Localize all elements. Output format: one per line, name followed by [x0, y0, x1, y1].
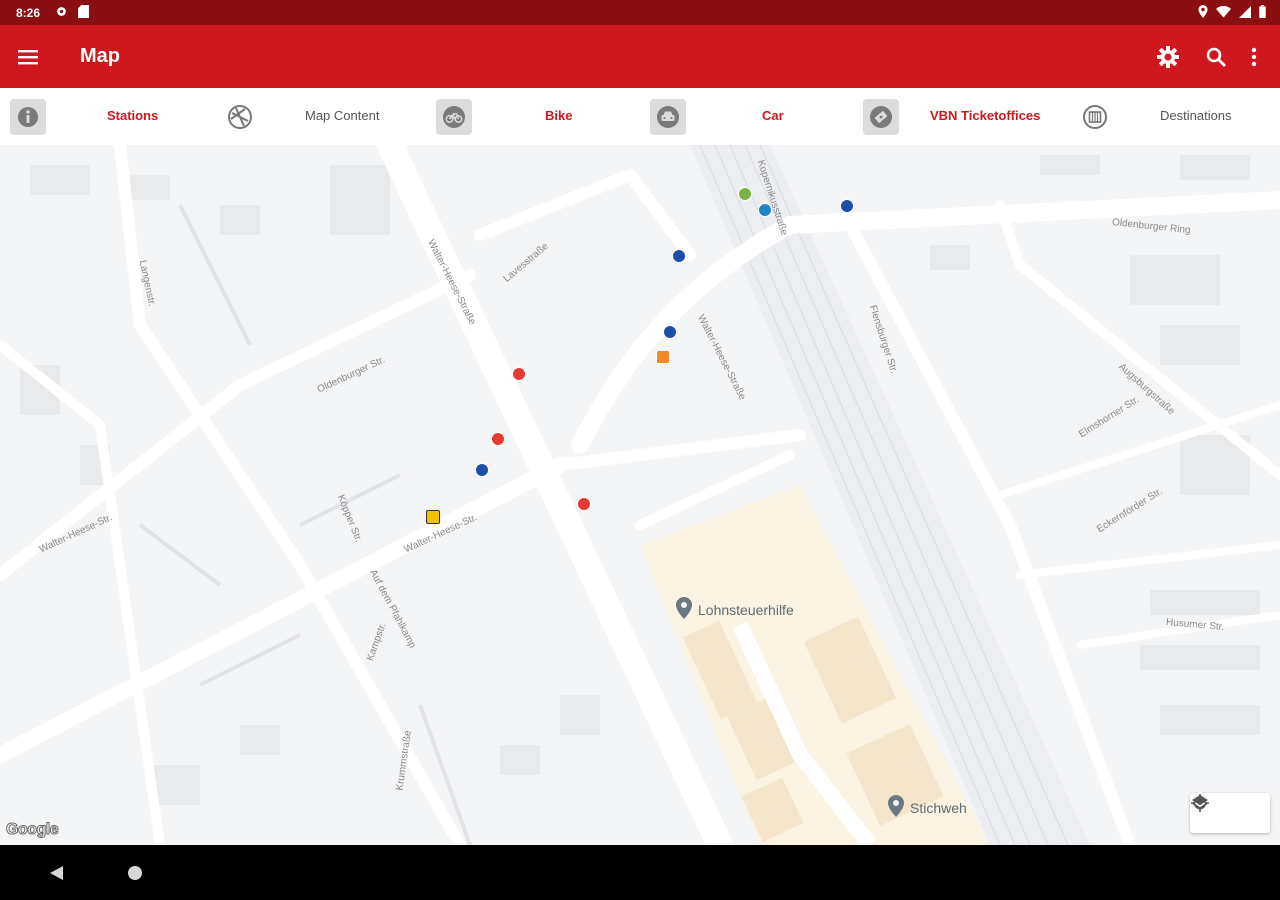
- filter-bike-label[interactable]: Bike: [545, 108, 572, 123]
- poi-label[interactable]: Stichweh: [910, 800, 967, 816]
- tram-stop-marker[interactable]: [512, 367, 526, 381]
- filter-map-content[interactable]: [222, 88, 258, 145]
- settings-icon[interactable]: [1154, 43, 1182, 71]
- bikeshare-marker[interactable]: [738, 187, 752, 201]
- bike-icon: [436, 98, 472, 135]
- status-time: 8:26: [16, 6, 41, 20]
- home-icon[interactable]: [128, 866, 142, 880]
- filter-stations[interactable]: [10, 88, 46, 145]
- car-icon: [650, 98, 686, 135]
- map-canvas: [0, 145, 1280, 845]
- no-entry-marker[interactable]: [491, 432, 505, 446]
- layers-toggle-icon[interactable]: [1192, 793, 1270, 833]
- filter-bike[interactable]: [436, 88, 472, 145]
- store-marker[interactable]: [656, 350, 670, 364]
- category-filter-bar: Stations Map Content Bike Car VBN Ticket…: [0, 88, 1280, 146]
- menu-icon[interactable]: [14, 43, 42, 71]
- app-bar: Map: [0, 25, 1280, 88]
- search-icon[interactable]: [1202, 43, 1230, 71]
- filter-destinations[interactable]: [1077, 88, 1113, 145]
- status-bar: 8:26: [0, 0, 1280, 25]
- map-view[interactable]: Lohnsteuerhilfe Stichweh Walter-Heese-St…: [0, 145, 1280, 845]
- layers-icon: [222, 99, 258, 135]
- bus-stop-marker[interactable]: [475, 463, 489, 477]
- bus-stop-marker[interactable]: [663, 325, 677, 339]
- filter-destinations-label[interactable]: Destinations: [1160, 108, 1232, 123]
- google-logo: Google: [5, 821, 59, 839]
- map-controls: [1190, 793, 1270, 833]
- poi-label[interactable]: Lohnsteuerhilfe: [698, 602, 794, 618]
- battery-status-icon: [1259, 5, 1266, 18]
- sdcard-status-icon: [78, 5, 89, 18]
- tram-stop-marker[interactable]: [577, 497, 591, 511]
- wifi-status-icon: [1216, 5, 1231, 18]
- filter-vbn-ticketoffices[interactable]: [863, 88, 899, 145]
- back-icon[interactable]: [48, 865, 64, 881]
- signal-status-icon: [1239, 5, 1251, 18]
- ticket-machine-marker[interactable]: [426, 510, 440, 524]
- page-title: Map: [80, 45, 120, 67]
- system-nav-bar: [0, 845, 1280, 900]
- filter-vbn-ticketoffices-label[interactable]: VBN Ticketoffices: [930, 108, 1040, 123]
- info-icon: [10, 98, 46, 135]
- ticket-icon: [863, 98, 899, 135]
- overflow-menu-icon[interactable]: [1244, 43, 1264, 71]
- bus-stop-marker[interactable]: [672, 249, 686, 263]
- filter-car-label[interactable]: Car: [762, 108, 784, 123]
- bus-stop-marker[interactable]: [840, 199, 854, 213]
- location-status-icon: [1198, 5, 1208, 18]
- filter-car[interactable]: [650, 88, 686, 145]
- place-pin-icon[interactable]: [888, 795, 904, 817]
- filter-map-content-label[interactable]: Map Content: [305, 108, 379, 123]
- building-icon: [1077, 99, 1113, 135]
- settings-status-icon: [57, 7, 66, 16]
- filter-stations-label[interactable]: Stations: [107, 108, 158, 123]
- place-pin-icon[interactable]: [676, 597, 692, 619]
